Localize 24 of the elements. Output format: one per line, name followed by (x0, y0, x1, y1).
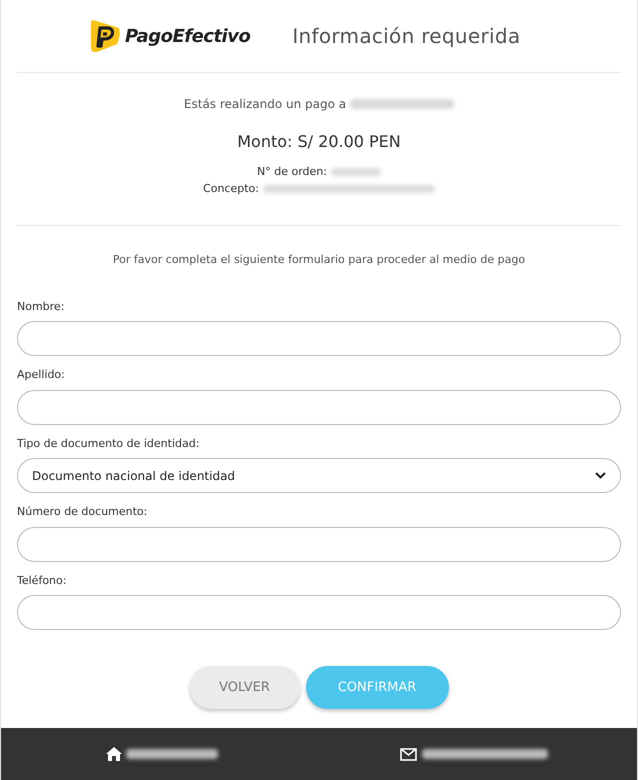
back-button[interactable]: VOLVER (190, 666, 300, 709)
home-icon (106, 747, 122, 761)
payee-label: Estás realizando un pago a (184, 96, 346, 113)
page-title: Información requerida (292, 23, 520, 50)
field-label: Teléfono: (17, 572, 68, 588)
logo-icon (89, 18, 121, 54)
field-label: Nombre: (17, 298, 66, 314)
redacted-text (330, 168, 381, 176)
mail-icon (400, 748, 417, 760)
amount-text: Monto: S/ 20.00 PEN (237, 131, 401, 153)
chevron-down-icon (595, 472, 606, 479)
field-label: Número de documento: (17, 504, 148, 520)
input-field[interactable] (17, 595, 621, 630)
order-label: N° de orden: (257, 164, 327, 180)
logo-text: PagoEfectivo (125, 24, 250, 48)
input-field[interactable] (17, 526, 621, 562)
confirm-button[interactable]: CONFIRMAR (306, 666, 448, 709)
instructions-text: Por favor completa el siguiente formulario para proceder al medio de pago (112, 252, 526, 268)
field-label: Tipo de documento de identidad: (17, 436, 200, 452)
document-type-select[interactable]: Documento nacional de identidad (17, 458, 621, 493)
input-field[interactable] (17, 390, 621, 424)
concept-label: Concepto: (203, 180, 259, 196)
field-label: Apellido: (17, 367, 66, 383)
input-field[interactable] (17, 321, 621, 356)
